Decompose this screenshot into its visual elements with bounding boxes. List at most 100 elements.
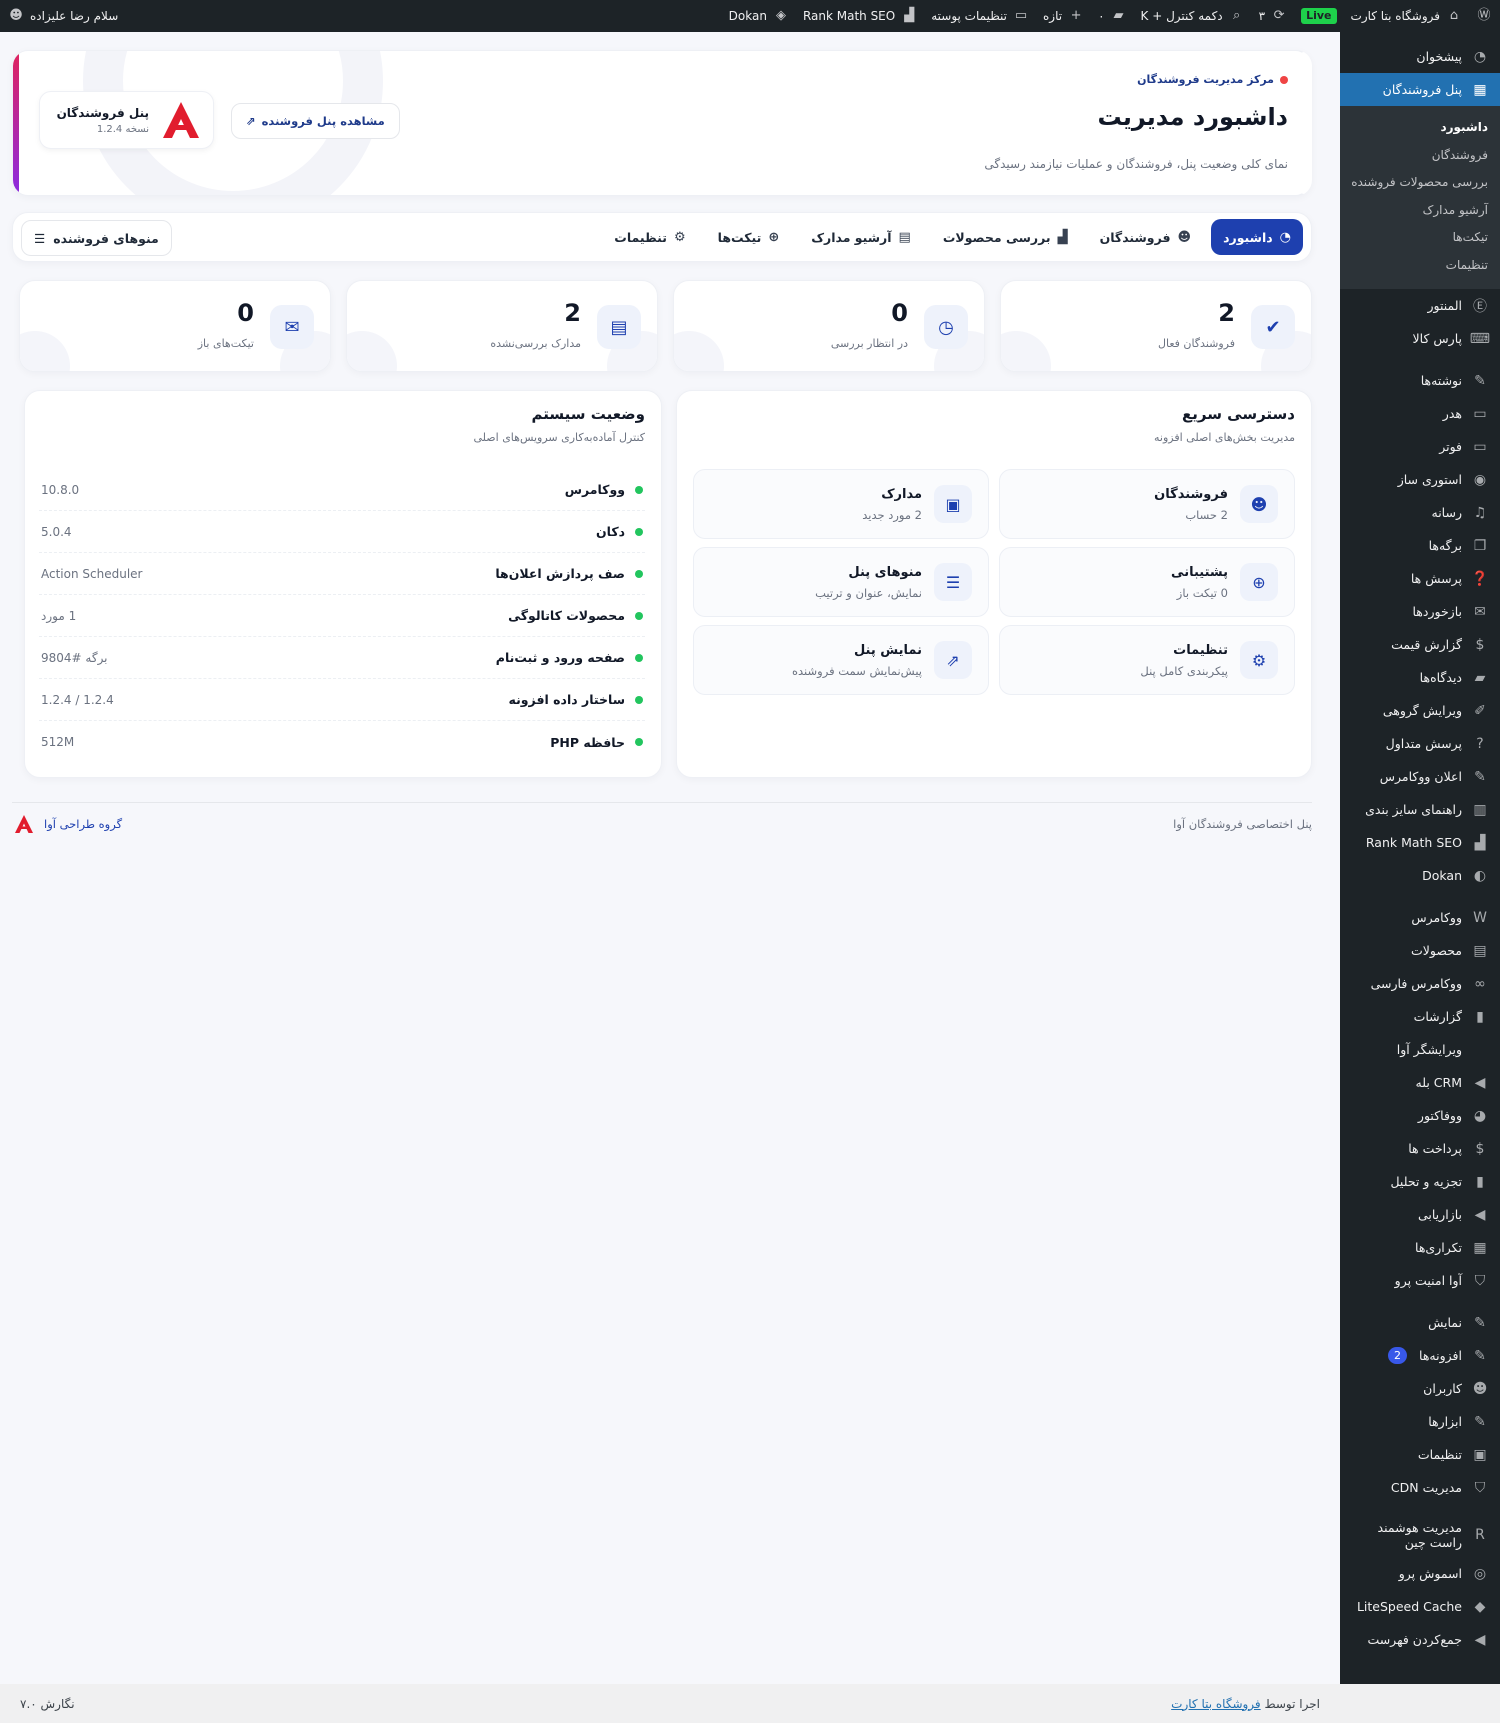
tab-label: فروشندگان: [1099, 229, 1171, 245]
quick-access-item[interactable]: ☰ منوهای پنل نمایش، عنوان و ترتیب: [693, 547, 989, 617]
menu-item[interactable]: ▭ هدر: [1340, 397, 1500, 430]
menu-item[interactable]: ✎ نوشته‌ها: [1340, 364, 1500, 397]
quick-access-item[interactable]: ⚙ تنظیمات پیکربندی کامل پنل: [999, 625, 1295, 695]
menu-item[interactable]: ☻ کاربران: [1340, 1372, 1500, 1405]
view-vendor-panel-button[interactable]: مشاهده پنل فروشنده ⇗: [231, 103, 400, 139]
menu-item[interactable]: ❓ پرسش ها: [1340, 562, 1500, 595]
menu-item[interactable]: ▰ دیدگاه‌ها: [1340, 661, 1500, 694]
submenu-item[interactable]: آرشیو مدارک: [1340, 197, 1500, 225]
menu-item[interactable]: Ⓔ المنتور: [1340, 289, 1500, 322]
menu-item[interactable]: ✎ اعلان ووکامرس: [1340, 760, 1500, 793]
menu-item[interactable]: ◐ Dokan: [1340, 859, 1500, 892]
menu-item[interactable]: ▭ فوتر: [1340, 430, 1500, 463]
menu-item[interactable]: $ گزارش قیمت: [1340, 628, 1500, 661]
quick-access-item[interactable]: ▣ مدارک 2 مورد جدید: [693, 469, 989, 539]
menu-item[interactable]: ∞ ووکامرس فارسی: [1340, 967, 1500, 1000]
tab-item[interactable]: ▤ آرشیو مدارک: [799, 219, 923, 255]
menu-item[interactable]: ⛉ آوا امنیت پرو: [1340, 1264, 1500, 1297]
menu-item[interactable]: ⛉ مدیریت CDN: [1340, 1471, 1500, 1504]
quick-access-title: تنظیمات: [1173, 642, 1228, 658]
submenu-item[interactable]: تیکت‌ها: [1340, 224, 1500, 252]
dokan-icon: ◈: [775, 8, 786, 23]
card-decoration: [347, 331, 397, 371]
gear-icon: ⚙: [673, 229, 686, 245]
menu-item-dashboard[interactable]: ◔ پیشخوان: [1340, 40, 1500, 73]
appearance-icon: ✎: [1474, 1314, 1486, 1331]
status-row: صف پردازش اعلان‌ها Action Scheduler: [39, 553, 645, 595]
dokan-link[interactable]: ◈ Dokan: [729, 8, 789, 24]
wp-footer: اجرا توسط فروشگاه بتا کارت نگارش ۷.۰: [0, 1684, 1340, 1723]
faq-icon: ?: [1476, 735, 1484, 752]
menu-item[interactable]: ◎ اسموش پرو: [1340, 1557, 1500, 1590]
site-name-link[interactable]: ⌂ فروشگاه بتا کارت: [1351, 8, 1462, 24]
quick-access-panel: دسترسی سریع مدیریت بخش‌های اصلی افزونه ☻…: [676, 390, 1312, 778]
designer-credit[interactable]: گروه طراحی آوا: [12, 813, 122, 835]
stat-label: مدارک بررسی‌نشده: [490, 337, 581, 350]
tab-item[interactable]: ☻ فروشندگان: [1088, 219, 1204, 255]
submenu-item[interactable]: تنظیمات: [1340, 252, 1500, 280]
submenu-item[interactable]: بررسی محصولات فروشنده: [1340, 169, 1500, 197]
tab-item[interactable]: ▟ بررسی محصولات: [931, 219, 1080, 255]
stat-value: 2: [564, 299, 581, 327]
stat-card: ✔ 2 فروشندگان فعال: [1000, 280, 1312, 372]
menu-item[interactable]: ▤ محصولات: [1340, 934, 1500, 967]
menu-item[interactable]: W ووکامرس: [1340, 901, 1500, 934]
quick-access-item[interactable]: ⊕ پشتیبانی 0 تیکت باز: [999, 547, 1295, 617]
submenu-item[interactable]: فروشندگان: [1340, 142, 1500, 170]
footer-site-link[interactable]: فروشگاه بتا کارت: [1171, 1697, 1260, 1711]
my-account-link[interactable]: سلام رضا علیزاده ☻: [8, 8, 118, 24]
tab-item[interactable]: ◔ داشبورد: [1211, 219, 1303, 255]
menu-item[interactable]: ? پرسش متداول: [1340, 727, 1500, 760]
vendor-menus-button[interactable]: منوهای فروشنده ☰: [21, 220, 172, 256]
menu-item[interactable]: ◀ جمع‌کردن فهرست: [1340, 1623, 1500, 1656]
plugins-icon: ✎: [1474, 1347, 1486, 1364]
menu-item[interactable]: ▦ تکراری‌ها: [1340, 1231, 1500, 1264]
menu-item[interactable]: ▮ گزارشات: [1340, 1000, 1500, 1033]
menu-item[interactable]: ✉ بازخوردها: [1340, 595, 1500, 628]
skin-settings-link[interactable]: ▭ تنظیمات پوسته: [931, 8, 1029, 24]
duplicates-icon: ▦: [1473, 1239, 1487, 1256]
command-palette[interactable]: ⌕ دکمه کنترل + K: [1141, 8, 1245, 24]
quick-access-item[interactable]: ☻ فروشندگان 2 حساب: [999, 469, 1295, 539]
store-icon: ▦: [1473, 81, 1487, 98]
menu-item[interactable]: ◀ بازاریابی: [1340, 1198, 1500, 1231]
status-ok-dot: [635, 738, 643, 746]
menu-item[interactable]: ♫ رسانه: [1340, 496, 1500, 529]
menu-item[interactable]: ▣ تنظیمات: [1340, 1438, 1500, 1471]
menu-item[interactable]: ▟ Rank Math SEO: [1340, 826, 1500, 859]
updates-link[interactable]: ⟳ ۳: [1259, 8, 1287, 24]
submenu-item[interactable]: داشبورد: [1340, 114, 1500, 142]
menu-item[interactable]: ✎ نمایش: [1340, 1306, 1500, 1339]
menu-item[interactable]: ✎ ابزارها: [1340, 1405, 1500, 1438]
new-content-link[interactable]: + تازه: [1043, 8, 1084, 24]
menu-item[interactable]: ❐ برگه‌ها: [1340, 529, 1500, 562]
rankmath-link[interactable]: ▟ Rank Math SEO: [803, 8, 917, 24]
bag-icon: ▟: [1057, 229, 1068, 245]
menu-item-label: LiteSpeed Cache: [1356, 1599, 1462, 1614]
menu-item[interactable]: ✐ ویرایش گروهی: [1340, 694, 1500, 727]
comment-icon: ▰: [1113, 8, 1124, 23]
litespeed-icon: ◆: [1474, 1598, 1486, 1615]
comments-link[interactable]: ▰ ۰: [1098, 8, 1126, 24]
menu-item[interactable]: ویرایشگر آوا: [1340, 1033, 1500, 1066]
menu-item[interactable]: ▮ تجزیه و تحلیل: [1340, 1165, 1500, 1198]
menu-item[interactable]: ◉ استوری ساز: [1340, 463, 1500, 496]
wp-logo[interactable]: Ⓦ: [1476, 8, 1492, 24]
menu-item[interactable]: ◕ ووفاکتور: [1340, 1099, 1500, 1132]
menu-item[interactable]: R مدیریت هوشمند راست چین: [1340, 1513, 1500, 1557]
menu-item[interactable]: ▥ راهنمای سایز بندی: [1340, 793, 1500, 826]
menu-item[interactable]: ⌨ پارس کالا: [1340, 322, 1500, 355]
menu-item[interactable]: $ پرداخت ها: [1340, 1132, 1500, 1165]
live-badge[interactable]: Live: [1301, 8, 1337, 24]
tab-item[interactable]: ⚙ تنظیمات: [602, 219, 697, 255]
quick-access-title: نمایش پنل: [853, 642, 922, 658]
page-description: نمای کلی وضعیت پنل، فروشندگان و عملیات ن…: [984, 157, 1288, 171]
menu-item-label: نوشته‌ها: [1420, 373, 1462, 388]
payments-icon: $: [1475, 1140, 1485, 1157]
menu-item[interactable]: ◆ LiteSpeed Cache: [1340, 1590, 1500, 1623]
quick-access-item[interactable]: ⇗ نمایش پنل پیش‌نمایش سمت فروشنده: [693, 625, 989, 695]
menu-item-vendor-panel[interactable]: ▦ پنل فروشندگان: [1340, 73, 1500, 106]
tab-item[interactable]: ⊕ تیکت‌ها: [706, 219, 792, 255]
menu-item[interactable]: ◀ CRM بله: [1340, 1066, 1500, 1099]
menu-item[interactable]: ✎ افزونه‌ها 2: [1340, 1339, 1500, 1372]
